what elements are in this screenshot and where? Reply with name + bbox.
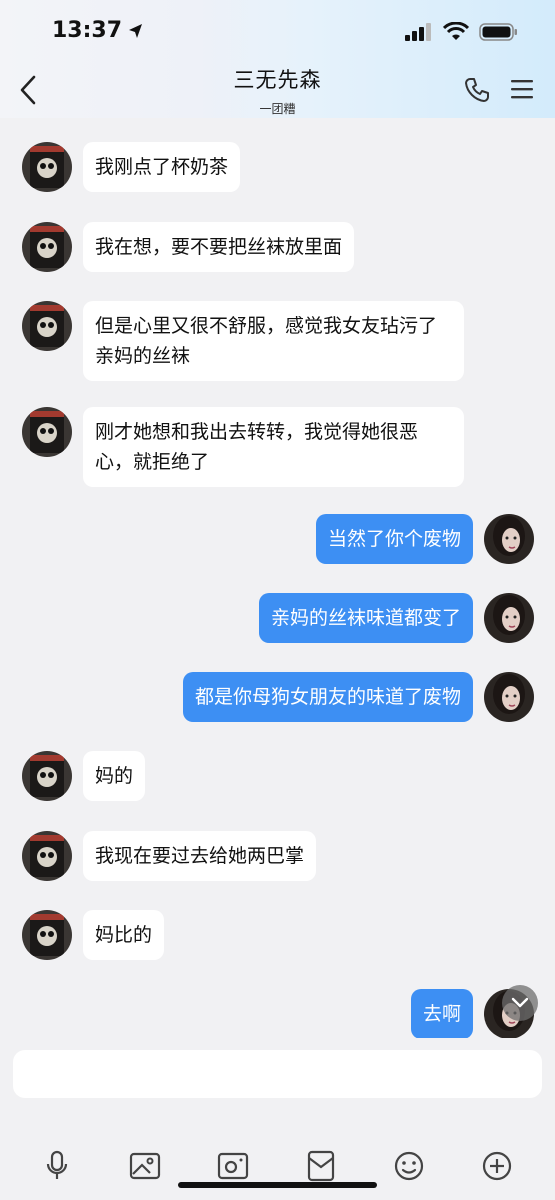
image-icon [129,1152,161,1180]
status-icons [405,22,519,42]
incoming-message-bubble[interactable]: 我在想，要不要把丝袜放里面 [83,222,355,272]
camera-icon [217,1152,249,1180]
wifi-icon [443,22,469,40]
battery-icon [479,23,517,41]
message-row: 当然了你个废物 [315,514,534,564]
contact-avatar[interactable] [22,751,72,801]
my-avatar[interactable] [484,514,534,564]
message-input[interactable] [13,1050,542,1098]
signal-icon [405,23,431,41]
scroll-to-bottom-button[interactable] [502,985,538,1021]
message-row: 我在想，要不要把丝袜放里面 [22,222,355,272]
outgoing-message-bubble[interactable]: 亲妈的丝袜味道都变了 [258,593,473,643]
status-bar-time: 13:37 [52,18,144,43]
message-row: 我现在要过去给她两巴掌 [22,831,317,881]
message-row: 我刚点了杯奶茶 [22,142,241,192]
camera-button[interactable] [213,1146,253,1186]
incoming-message-bubble[interactable]: 刚才她想和我出去转转，我觉得她很恶心，就拒绝了 [83,407,464,487]
message-row: 妈比的 [22,910,165,960]
contact-avatar[interactable] [22,407,72,457]
contact-avatar[interactable] [22,831,72,881]
red-packet-button[interactable] [301,1146,341,1186]
home-indicator[interactable] [178,1182,377,1188]
message-row: 都是你母狗女朋友的味道了废物 [182,672,534,722]
more-button[interactable] [477,1146,517,1186]
voice-button[interactable] [37,1146,77,1186]
incoming-message-bubble[interactable]: 我现在要过去给她两巴掌 [83,831,317,881]
message-row: 亲妈的丝袜味道都变了 [258,593,534,643]
outgoing-message-bubble[interactable]: 当然了你个废物 [315,514,473,564]
emoji-button[interactable] [389,1146,429,1186]
chevron-down-icon [511,997,529,1008]
incoming-message-bubble[interactable]: 妈比的 [83,910,165,960]
composer [0,1040,555,1200]
my-avatar[interactable] [484,593,534,643]
incoming-message-bubble[interactable]: 但是心里又很不舒服，感觉我女友玷污了亲妈的丝袜 [83,301,464,381]
outgoing-message-bubble[interactable]: 去啊 [410,989,473,1038]
album-button[interactable] [125,1146,165,1186]
phone-icon [465,78,489,102]
location-arrow-icon [129,23,143,38]
clock-text: 13:37 [52,18,123,43]
outgoing-message-bubble[interactable]: 都是你母狗女朋友的味道了废物 [182,672,473,722]
hamburger-icon [511,80,533,99]
red-packet-icon [307,1150,335,1182]
message-list[interactable]: 我刚点了杯奶茶 我在想，要不要把丝袜放里面 但是心里又很不舒服，感觉我女友玷污了… [0,118,555,1038]
contact-avatar[interactable] [22,142,72,192]
plus-icon [482,1151,512,1181]
menu-button[interactable] [511,78,533,104]
emoji-icon [394,1151,424,1181]
incoming-message-bubble[interactable]: 我刚点了杯奶茶 [83,142,241,192]
message-row: 妈的 [22,751,146,801]
incoming-message-bubble[interactable]: 妈的 [83,751,146,801]
contact-avatar[interactable] [22,301,72,351]
message-row: 但是心里又很不舒服，感觉我女友玷污了亲妈的丝袜 [22,301,464,381]
chat-header: 13:37 三无先森 一团糟 [0,0,555,118]
contact-avatar[interactable] [22,910,72,960]
microphone-icon [46,1150,68,1179]
call-button[interactable] [463,76,491,108]
contact-avatar[interactable] [22,222,72,272]
my-avatar[interactable] [484,672,534,722]
message-row: 刚才她想和我出去转转，我觉得她很恶心，就拒绝了 [22,407,464,487]
